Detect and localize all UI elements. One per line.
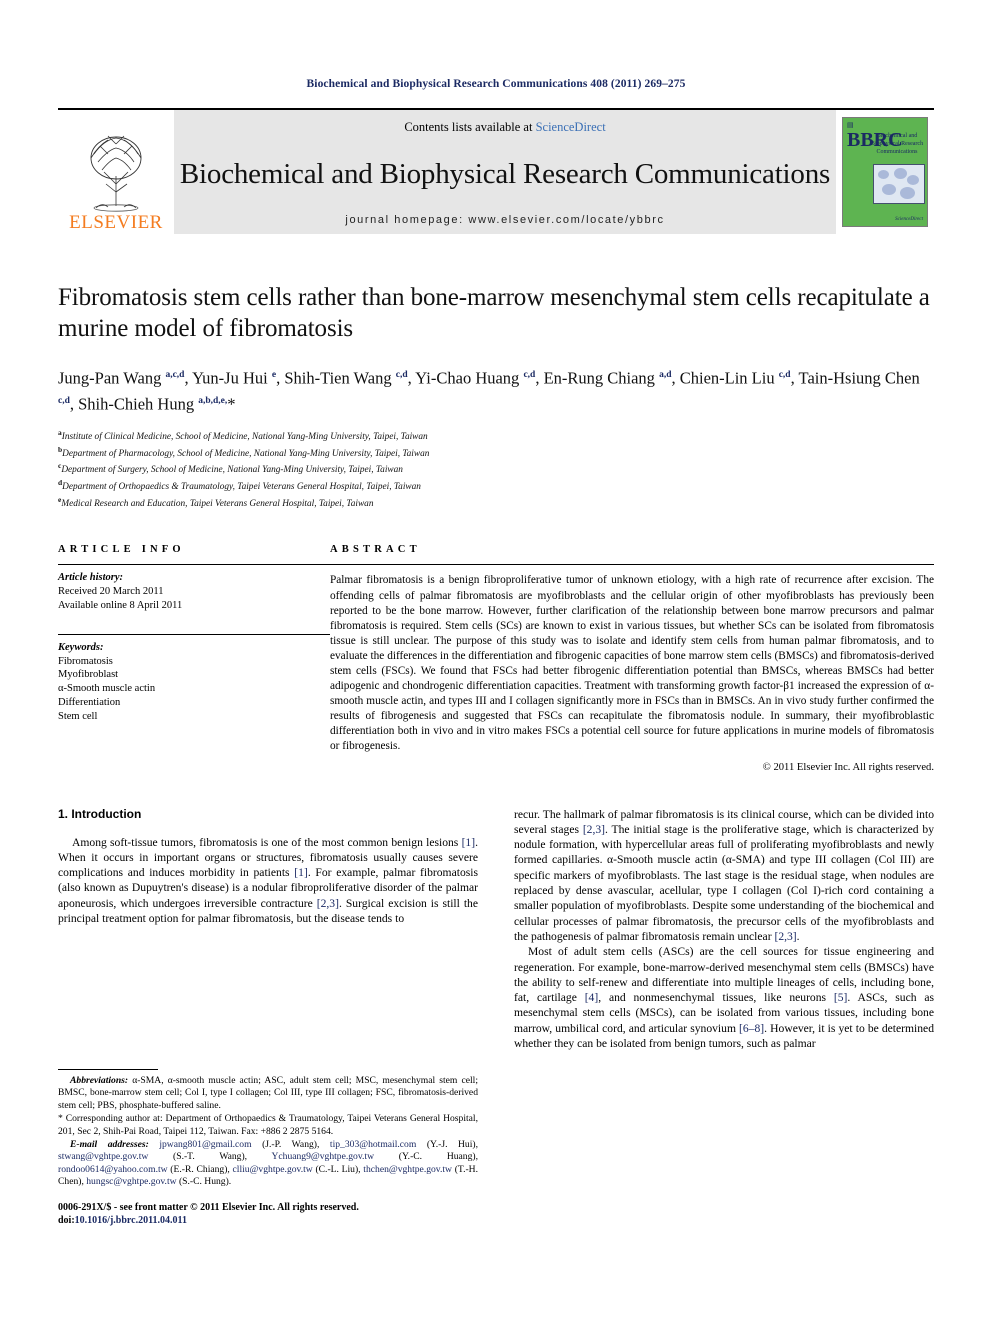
contents-prefix: Contents lists available at [404,120,536,134]
affiliation-text: Institute of Clinical Medicine, School o… [61,432,428,443]
elsevier-wordmark: ELSEVIER [69,212,163,233]
doi-label: doi: [58,1214,75,1226]
journal-title: Biochemical and Biophysical Research Com… [179,158,831,190]
body-column-left: 1. Introduction Among soft-tissue tumors… [58,807,478,1227]
abstract-copyright: © 2011 Elsevier Inc. All rights reserved… [762,761,934,773]
elsevier-logo: ELSEVIER [58,110,174,234]
doi-line: doi:10.1016/j.bbrc.2011.04.011 [58,1214,478,1227]
affiliation-text: Department of Pharmacology, School of Me… [62,448,430,459]
abbreviations-footnote: Abbreviations: α-SMA, α-smooth muscle ac… [58,1074,478,1111]
keywords-group: Keywords: Fibromatosis Myofibroblast α-S… [58,628,330,724]
footnote-divider [58,1068,158,1070]
introduction-heading: 1. Introduction [58,806,142,821]
abstract-text: Palmar fibromatosis is a benign fibropro… [330,574,934,753]
affiliation-item: aInstitute of Clinical Medicine, School … [58,427,934,444]
paper-title: Fibromatosis stem cells rather than bone… [58,284,930,342]
divider [58,633,330,635]
affiliation-text: Department of Surgery, School of Medicin… [61,465,403,476]
journal-cover: ▤ BBRC Biochemical and Biophysical Resea… [836,110,934,234]
journal-cover-image: ▤ BBRC Biochemical and Biophysical Resea… [842,117,928,227]
article-history-group: Article history: Received 20 March 2011 … [58,565,330,612]
keyword-item: Stem cell [58,710,98,722]
cover-sciencedirect-mark: ScienceDirect [895,217,923,222]
body-column-right: recur. The hallmark of palmar fibromatos… [514,807,934,1227]
email-addresses-footnote: E-mail addresses: jpwang801@gmail.com (J… [58,1138,478,1188]
journal-homepage-link[interactable]: journal homepage: www.elsevier.com/locat… [345,214,664,226]
affiliation-item: eMedical Research and Education, Taipei … [58,494,934,511]
elsevier-tree-icon [90,135,142,212]
keyword-item: Myofibroblast [58,669,119,681]
corresponding-author-footnote: * Corresponding author at: Department of… [58,1113,478,1137]
abstract-heading: ABSTRACT [330,544,421,556]
affiliation-list: aInstitute of Clinical Medicine, School … [58,427,934,510]
doi-value[interactable]: 10.1016/j.bbrc.2011.04.011 [75,1215,187,1226]
affiliation-text: Department of Orthopaedics & Traumatolog… [62,482,421,493]
article-history-online: Available online 8 April 2011 [58,600,183,612]
keyword-item: Fibromatosis [58,655,113,667]
keyword-item: α-Smooth muscle actin [58,683,156,695]
author-list: Jung-Pan Wang a,c,d, Yun-Ju Hui e, Shih-… [58,368,920,414]
affiliation-item: dDepartment of Orthopaedics & Traumatolo… [58,477,934,494]
issn-line: 0006-291X/$ - see front matter © 2011 El… [58,1201,359,1213]
intro-asc-paragraph: Most of adult stem cells (ASCs) are the … [514,945,934,1051]
body-columns: 1. Introduction Among soft-tissue tumors… [58,807,934,1227]
intro-continued-paragraph: recur. The hallmark of palmar fibromatos… [514,807,934,943]
keyword-item: Differentiation [58,697,121,709]
contents-lists-line: Contents lists available at ScienceDirec… [404,120,605,135]
article-history-label: Article history: [58,572,124,584]
journal-article-page: Biochemical and Biophysical Research Com… [0,0,992,1323]
elsevier-small-icon: ▤ [847,121,854,129]
abstract-column: ABSTRACT Palmar fibromatosis is a benign… [330,544,934,773]
journal-banner: Contents lists available at ScienceDirec… [174,110,836,234]
title-block: Fibromatosis stem cells rather than bone… [58,282,934,510]
issn-copyright-block: 0006-291X/$ - see front matter © 2011 El… [58,1201,478,1227]
introduction-paragraph: Among soft-tissue tumors, fibromatosis i… [58,835,478,926]
article-history-received: Received 20 March 2011 [58,586,164,598]
affiliation-item: cDepartment of Surgery, School of Medici… [58,460,934,477]
affiliation-text: Medical Research and Education, Taipei V… [61,498,374,509]
article-info-heading: ARTICLE INFO [58,544,185,556]
cover-micrograph-image [873,164,925,204]
info-and-abstract: ARTICLE INFO Article history: Received 2… [58,544,934,773]
cover-journal-title: Biochemical and Biophysical Research Com… [870,133,924,155]
keywords-label: Keywords: [58,641,104,653]
sciencedirect-link[interactable]: ScienceDirect [536,120,606,134]
footnotes-block: Abbreviations: α-SMA, α-smooth muscle ac… [58,1068,478,1227]
affiliation-item: bDepartment of Pharmacology, School of M… [58,444,934,461]
article-info-column: ARTICLE INFO Article history: Received 2… [58,544,330,772]
journal-masthead: ELSEVIER Contents lists available at Sci… [58,108,934,234]
running-head: Biochemical and Biophysical Research Com… [306,78,686,90]
